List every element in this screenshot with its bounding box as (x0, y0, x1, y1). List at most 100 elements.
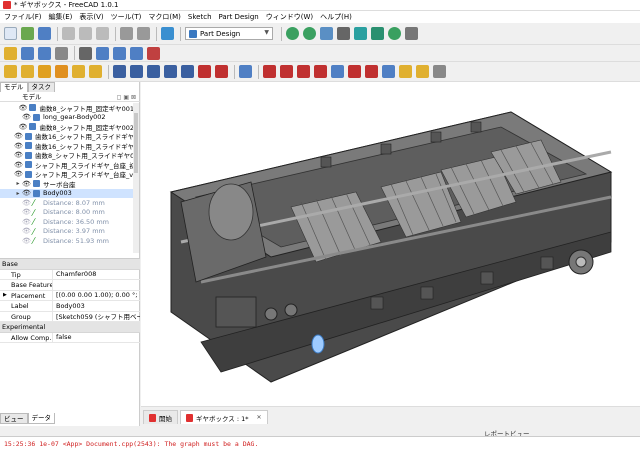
part-icon[interactable] (4, 46, 17, 60)
pad-icon[interactable] (4, 65, 17, 78)
eye-icon[interactable]: 👁 (22, 218, 31, 226)
tree-item[interactable]: ▸ 👁 サーボ台座 (0, 179, 134, 189)
helix-icon[interactable] (72, 65, 85, 78)
tree-item[interactable]: 👁 歯数8_シャフト用_固定ギヤ001 (0, 103, 134, 113)
paste-icon[interactable] (96, 27, 109, 40)
tab-data[interactable]: データ (27, 413, 55, 424)
loft-icon[interactable] (38, 65, 51, 78)
variable-set-icon[interactable] (55, 46, 68, 60)
tree-item-selected[interactable]: ▸ 👁 Body003 (0, 188, 134, 198)
scrollbar-thumb[interactable] (134, 113, 138, 173)
eye-icon[interactable]: 👁 (22, 208, 31, 216)
menu-sketch[interactable]: Sketch (188, 13, 212, 21)
shape-binder-icon[interactable] (399, 65, 412, 78)
sub-shape-binder-icon[interactable] (416, 65, 429, 78)
eye-icon[interactable]: 👁 (14, 132, 23, 140)
link-replace-icon[interactable] (113, 46, 126, 60)
link-icon[interactable] (38, 46, 51, 60)
doc-tab-start[interactable]: 開始 (143, 410, 178, 424)
eye-icon[interactable]: 👁 (22, 180, 31, 188)
link-make-icon[interactable] (96, 46, 109, 60)
subtractive-primitive-icon[interactable] (215, 65, 228, 78)
draw-style-icon[interactable] (320, 27, 333, 40)
menu-window[interactable]: ウィンドウ(W) (266, 12, 313, 22)
eye-icon[interactable]: 👁 (22, 227, 31, 235)
std-views-icon[interactable] (371, 27, 384, 40)
polar-pattern-icon[interactable] (365, 65, 378, 78)
redo-icon[interactable] (137, 27, 150, 40)
draft-icon[interactable] (297, 65, 310, 78)
3d-viewport[interactable] (141, 82, 640, 406)
tree-item[interactable]: 👁 Distance: 8.00 mm (0, 208, 134, 218)
fillet-icon[interactable] (263, 65, 276, 78)
expand-arrow-icon[interactable]: ▸ (14, 180, 22, 187)
link-select-icon[interactable] (147, 46, 160, 60)
pipe-icon[interactable] (55, 65, 68, 78)
eye-icon[interactable]: 👁 (14, 151, 23, 159)
tree-item[interactable]: 👁 Distance: 36.50 mm (0, 217, 134, 227)
tab-tasks[interactable]: タスク (27, 82, 55, 92)
undo-icon[interactable] (120, 27, 133, 40)
gearbox-model[interactable] (141, 82, 640, 406)
eye-icon[interactable]: 👁 (22, 237, 31, 245)
cut-icon[interactable] (62, 27, 75, 40)
tree-item[interactable]: 👁 歯数8_シャフト用_固定ギヤ002 (0, 122, 134, 132)
expand-arrow-icon[interactable]: ▸ (14, 190, 22, 197)
tree-item[interactable]: 👁歯数16_シャフト用_スライドギヤ-Bod... (0, 132, 134, 141)
refresh-icon[interactable] (161, 27, 174, 40)
eye-icon[interactable]: 👁 (14, 161, 23, 169)
multi-transform-icon[interactable] (382, 65, 395, 78)
menu-macro[interactable]: マクロ(M) (148, 12, 181, 22)
tree-item[interactable]: 👁 Distance: 8.07 mm (0, 198, 134, 208)
link-import-icon[interactable] (130, 46, 143, 60)
tree-item[interactable]: 👁 long_gear-Body002 (0, 113, 134, 123)
prop-row-label[interactable]: Label Body003 (0, 301, 140, 312)
prop-row-base-feature[interactable]: Base Feature (0, 280, 140, 291)
workbench-selector[interactable]: Part Design ▼ (185, 27, 273, 40)
prop-row-allow-compound[interactable]: Allow Comp... false (0, 332, 140, 343)
close-icon[interactable]: ✕ (257, 414, 262, 421)
eye-icon[interactable]: 👁 (14, 170, 23, 178)
expand-arrow-icon[interactable]: ▶ (3, 292, 7, 298)
tree-item[interactable]: 👁シャフト用_スライドギヤ_台座_初代... (0, 160, 134, 170)
isometric-view-icon[interactable] (354, 27, 367, 40)
subtractive-pipe-icon[interactable] (181, 65, 194, 78)
thickness-icon[interactable] (314, 65, 327, 78)
prop-row-group[interactable]: Group[Sketch059 (シャフト用ベース... (0, 311, 140, 322)
revolution-icon[interactable] (21, 65, 34, 78)
tab-model[interactable]: モデル (0, 82, 28, 92)
menu-view[interactable]: 表示(V) (79, 12, 103, 22)
groove-icon[interactable] (147, 65, 160, 78)
new-file-icon[interactable] (4, 27, 17, 40)
mirrored-icon[interactable] (331, 65, 344, 78)
whats-this-icon[interactable] (79, 46, 92, 60)
pocket-icon[interactable] (113, 65, 126, 78)
eye-icon[interactable]: 👁 (18, 104, 27, 112)
eye-icon[interactable]: 👁 (22, 113, 31, 121)
tree-item[interactable]: 👁シャフト用_スライドギヤ_台座_ver3-B... (0, 170, 134, 179)
menu-tools[interactable]: ツール(T) (111, 12, 142, 22)
tree-item[interactable]: 👁 Distance: 51.93 mm (0, 236, 134, 246)
menu-edit[interactable]: 編集(E) (49, 12, 73, 22)
eye-icon[interactable]: 👁 (22, 199, 31, 207)
group-icon[interactable] (21, 46, 34, 60)
doc-tab-gearbox[interactable]: ギヤボックス : 1* ✕ (180, 410, 268, 424)
open-file-icon[interactable] (21, 27, 34, 40)
linear-pattern-icon[interactable] (348, 65, 361, 78)
tree-item[interactable]: 👁 Distance: 3.97 mm (0, 227, 134, 237)
eye-icon[interactable]: 👁 (22, 189, 31, 197)
hole-icon[interactable] (130, 65, 143, 78)
prop-row-placement[interactable]: ▶Placement[(0.00 0.00 1.00); 0.00 °; (0.… (0, 290, 140, 301)
measure-icon[interactable] (388, 27, 401, 40)
bounding-box-icon[interactable] (337, 27, 350, 40)
prop-row-tip[interactable]: Tip Chamfer008 (0, 269, 140, 280)
additive-primitive-icon[interactable] (89, 65, 102, 78)
clone-icon[interactable] (433, 65, 446, 78)
tree-item[interactable]: 👁歯数16_シャフト用_スライドギヤ_台... (0, 141, 134, 151)
fit-all-icon[interactable] (286, 27, 299, 40)
tree-scrollbar[interactable] (133, 103, 139, 253)
tree-header-controls-icon[interactable]: ◻ ▣ ⊠ (117, 93, 137, 102)
subtractive-helix-icon[interactable] (198, 65, 211, 78)
copy-icon[interactable] (79, 27, 92, 40)
save-icon[interactable] (38, 27, 51, 40)
